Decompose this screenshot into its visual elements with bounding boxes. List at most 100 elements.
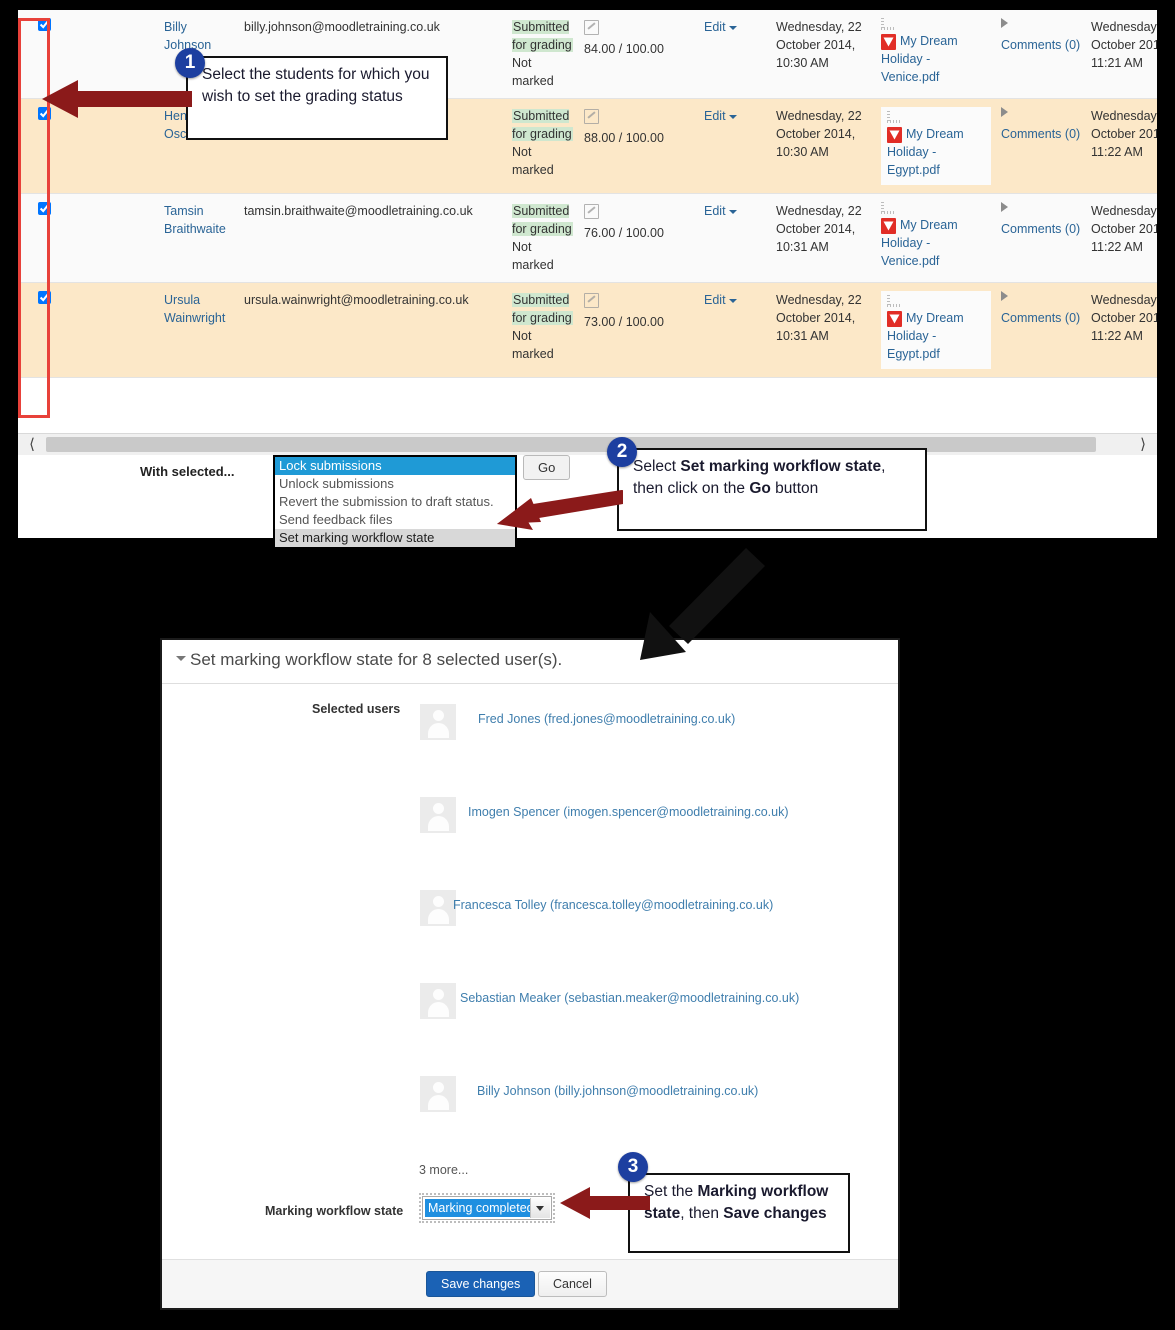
submission-file-cell[interactable]: My Dream Holiday - Venice.pdf [876,10,996,99]
callout-3-middle: , then [680,1205,724,1222]
submission-status-cell: Submitted for grading Not marked [504,193,579,283]
user-last-name[interactable]: Wainwright [164,311,225,325]
with-selected-label: With selected... [140,464,235,479]
status-badge: Submitted for grading [512,204,573,236]
comments-link[interactable]: Comments (0) [1001,127,1080,141]
last-modified-grade-cell: Wednesday, 22 October 2014, 11:21 AM [1086,10,1157,99]
bulk-action-select[interactable]: Lock submissions Unlock submissions Reve… [273,455,517,549]
comments-link[interactable]: Comments (0) [1001,38,1080,52]
drag-handle-icon[interactable] [881,18,895,30]
collapse-triangle-icon[interactable] [176,656,186,661]
grade-value: 76.00 / 100.00 [584,226,664,240]
select-student-checkbox[interactable] [38,291,51,304]
edit-menu-cell[interactable]: Edit [699,10,771,99]
table-row[interactable]: Tamsin Braithwaite tamsin.braithwaite@mo… [18,193,1157,283]
cancel-button[interactable]: Cancel [538,1271,607,1297]
callout-2-arrow [497,490,623,530]
user-last-name[interactable]: Braithwaite [164,222,226,236]
table-horizontal-scrollbar[interactable]: ⟨ ⟩ [18,433,1157,456]
selected-user-name[interactable]: Billy Johnson (billy.johnson@moodletrain… [477,1084,758,1098]
user-email-cell: ursula.wainwright@moodletraining.co.uk [239,282,504,378]
chevron-down-icon[interactable] [728,298,737,303]
grade-cell: 84.00 / 100.00 [579,10,699,99]
expand-triangle-icon[interactable] [1001,291,1008,301]
bulk-option-unlock-submissions[interactable]: Unlock submissions [275,475,515,493]
callout-badge-3: 3 [618,1152,648,1182]
callout-3-prefix: Set the [644,1183,698,1200]
user-first-name[interactable]: Billy [164,20,187,34]
selected-user-name[interactable]: Sebastian Meaker (sebastian.meaker@moodl… [460,991,799,1005]
chevron-down-icon[interactable] [728,114,737,119]
selected-user-name[interactable]: Imogen Spencer (imogen.spencer@moodletra… [468,805,789,819]
user-name-cell[interactable]: Ursula Wainwright [159,282,239,378]
grade-value: 73.00 / 100.00 [584,315,664,329]
edit-pencil-icon[interactable] [584,20,599,36]
submission-file-cell[interactable]: My Dream Holiday - Venice.pdf [876,193,996,283]
grade-cell: 73.00 / 100.00 [579,282,699,378]
chevron-down-icon[interactable] [530,1198,550,1218]
comments-cell[interactable]: Comments (0) [996,282,1086,378]
select-student-checkbox[interactable] [38,18,51,31]
edit-menu-link[interactable]: Edit [704,20,726,34]
row-select-cell[interactable] [18,193,89,283]
save-changes-button[interactable]: Save changes [426,1271,536,1297]
marking-workflow-state-select[interactable]: Marking completed [419,1193,555,1223]
edit-menu-link[interactable]: Edit [704,293,726,307]
comments-cell[interactable]: Comments (0) [996,193,1086,283]
scroll-left-icon[interactable]: ⟨ [22,436,42,454]
more-users-label[interactable]: 3 more... [419,1163,468,1177]
bulk-option-lock-submissions[interactable]: Lock submissions [275,457,515,475]
list-item: Fred Jones (fred.jones@moodletraining.co… [162,696,898,789]
last-modified-submission-cell: Wednesday, 22 October 2014, 10:31 AM [771,193,876,283]
callout-2: Select Set marking workflow state, then … [617,448,927,531]
grade-cell: 76.00 / 100.00 [579,193,699,283]
drag-handle-icon[interactable] [887,111,901,123]
selected-user-name[interactable]: Fred Jones (fred.jones@moodletraining.co… [478,712,735,726]
user-first-name[interactable]: Tamsin [164,204,204,218]
submission-file-cell[interactable]: My Dream Holiday - Egypt.pdf [876,282,996,378]
list-item: Francesca Tolley (francesca.tolley@moodl… [162,882,898,975]
edit-menu-cell[interactable]: Edit [699,282,771,378]
submission-status-cell: Submitted for grading Not marked [504,10,579,99]
flow-arrow-icon [640,548,765,660]
row-select-cell[interactable] [18,282,89,378]
drag-handle-icon[interactable] [881,202,895,214]
grade-value: 84.00 / 100.00 [584,42,664,56]
bulk-option-send-feedback-files[interactable]: Send feedback files [275,511,515,529]
go-button[interactable]: Go [523,455,571,480]
expand-triangle-icon[interactable] [1001,107,1008,117]
submission-file-cell[interactable]: My Dream Holiday - Egypt.pdf [876,98,996,194]
drag-handle-icon[interactable] [887,295,901,307]
edit-menu-cell[interactable]: Edit [699,98,771,194]
comments-link[interactable]: Comments (0) [1001,311,1080,325]
chevron-down-icon[interactable] [728,209,737,214]
pdf-icon [881,217,896,234]
scroll-right-icon[interactable]: ⟩ [1133,436,1153,454]
edit-menu-link[interactable]: Edit [704,109,726,123]
last-modified-grade-cell: Wednesday, 22 October 2014, 11:22 AM [1086,98,1157,194]
user-first-name[interactable]: Ursula [164,293,200,307]
pdf-icon [887,126,902,143]
chevron-down-icon[interactable] [728,25,737,30]
edit-pencil-icon[interactable] [584,109,599,125]
comments-link[interactable]: Comments (0) [1001,222,1080,236]
bulk-option-revert-to-draft[interactable]: Revert the submission to draft status. [275,493,515,511]
select-student-checkbox[interactable] [38,202,51,215]
callout-2-bold-1: Set marking workflow state [680,458,882,475]
edit-pencil-icon[interactable] [584,293,599,309]
bulk-option-set-marking-workflow-state[interactable]: Set marking workflow state [275,529,515,547]
edit-pencil-icon[interactable] [584,204,599,220]
avatar [420,983,456,1019]
last-modified-submission-cell: Wednesday, 22 October 2014, 10:31 AM [771,282,876,378]
comments-cell[interactable]: Comments (0) [996,10,1086,99]
edit-menu-link[interactable]: Edit [704,204,726,218]
expand-triangle-icon[interactable] [1001,18,1008,28]
grading-status: Not marked [512,56,554,88]
expand-triangle-icon[interactable] [1001,202,1008,212]
user-name-cell[interactable]: Tamsin Braithwaite [159,193,239,283]
edit-menu-cell[interactable]: Edit [699,193,771,283]
selected-user-name[interactable]: Francesca Tolley (francesca.tolley@moodl… [453,898,773,912]
scrollbar-thumb[interactable] [46,437,1096,452]
comments-cell[interactable]: Comments (0) [996,98,1086,194]
table-row[interactable]: Ursula Wainwright ursula.wainwright@mood… [18,282,1157,378]
